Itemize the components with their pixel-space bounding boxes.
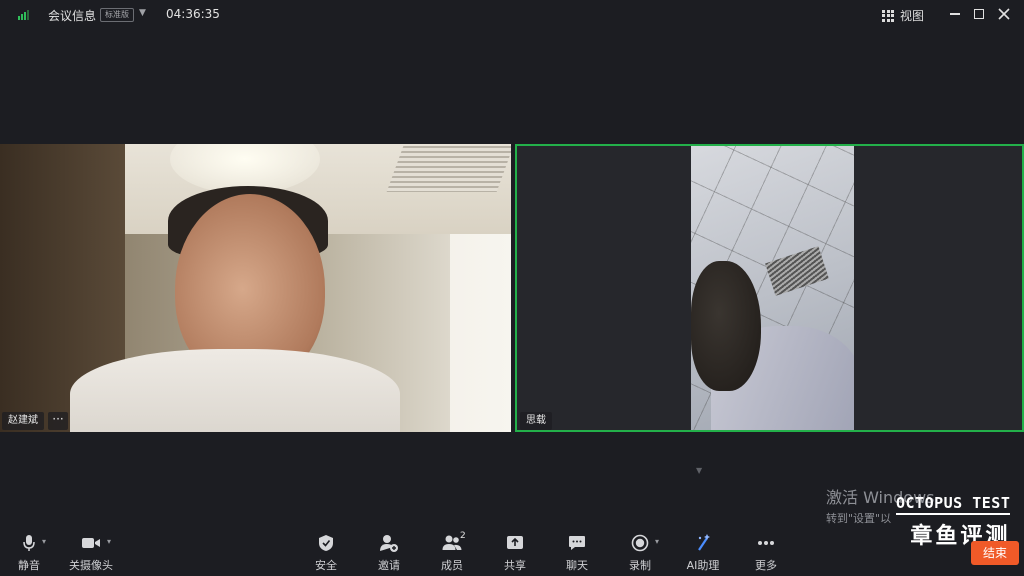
edition-badge: 标准版: [100, 8, 134, 22]
share-label: 共享: [504, 559, 526, 572]
view-button[interactable]: 视图: [882, 7, 924, 24]
security-label: 安全: [315, 559, 337, 572]
members-label: 成员: [441, 559, 463, 572]
share-button[interactable]: 共享: [486, 533, 544, 573]
participant-video-feed: [0, 144, 511, 432]
minimize-window-button[interactable]: [946, 5, 964, 23]
chevron-down-icon[interactable]: ▼: [696, 466, 702, 475]
invite-button[interactable]: 邀请: [360, 533, 418, 573]
mute-button[interactable]: ▾ 静音: [0, 533, 58, 573]
ai-assistant-button[interactable]: AI助理: [674, 533, 732, 573]
participant-name-tag: 赵建斌: [2, 412, 44, 430]
security-button[interactable]: 安全: [297, 533, 355, 573]
top-bar: 会议信息 标准版 ▼ 04:36:35 视图: [0, 0, 1024, 30]
brand-english: OCTOPUS TEST: [896, 494, 1011, 512]
more-label: 更多: [755, 559, 777, 572]
close-icon: [998, 8, 1010, 20]
chat-icon: [569, 536, 585, 550]
maximize-window-button[interactable]: [970, 5, 988, 23]
participant-video-feed: [691, 146, 854, 430]
ai-assistant-label: AI助理: [686, 559, 720, 572]
view-label: 视图: [900, 9, 925, 23]
camera-label: 关摄像头: [69, 559, 113, 572]
share-screen-icon: [507, 536, 523, 549]
mute-label: 静音: [18, 559, 40, 572]
meeting-info-button[interactable]: 会议信息: [48, 7, 96, 24]
more-icon: [758, 541, 774, 545]
members-icon: [442, 535, 462, 550]
record-button[interactable]: ▾ 录制: [611, 533, 669, 573]
more-button[interactable]: 更多: [737, 533, 795, 573]
ai-sparkle-icon: [698, 534, 710, 551]
chat-button[interactable]: 聊天: [548, 533, 606, 573]
minimize-icon: [950, 13, 960, 15]
add-user-icon: [380, 535, 398, 552]
end-meeting-button[interactable]: 结束: [971, 541, 1019, 565]
grid-view-icon: [882, 9, 894, 22]
camera-button[interactable]: ▾ 关摄像头: [62, 533, 120, 573]
participant-name-tag: 思载: [520, 412, 552, 430]
close-window-button[interactable]: [995, 5, 1013, 23]
invite-label: 邀请: [378, 559, 400, 572]
chat-label: 聊天: [566, 559, 588, 572]
chevron-down-icon[interactable]: ▾: [107, 537, 111, 546]
maximize-icon: [974, 9, 984, 19]
member-count: 2: [460, 531, 466, 541]
video-camera-icon: [82, 538, 100, 548]
participant-video-tile[interactable]: 赵建斌 ···: [0, 144, 511, 432]
chevron-down-icon[interactable]: ▾: [42, 537, 46, 546]
meeting-timer: 04:36:35: [166, 7, 220, 21]
shield-icon: [319, 535, 333, 551]
chevron-down-icon[interactable]: ▾: [655, 537, 659, 546]
active-speaker-video-tile[interactable]: 思载: [515, 144, 1024, 432]
participant-more-button[interactable]: ···: [48, 412, 68, 430]
record-icon: [631, 534, 649, 552]
signal-strength-icon[interactable]: [18, 10, 30, 20]
chevron-down-icon[interactable]: ▼: [139, 8, 146, 18]
record-label: 录制: [629, 559, 651, 572]
members-button[interactable]: 2 成员: [423, 531, 481, 573]
microphone-icon: [23, 535, 35, 551]
